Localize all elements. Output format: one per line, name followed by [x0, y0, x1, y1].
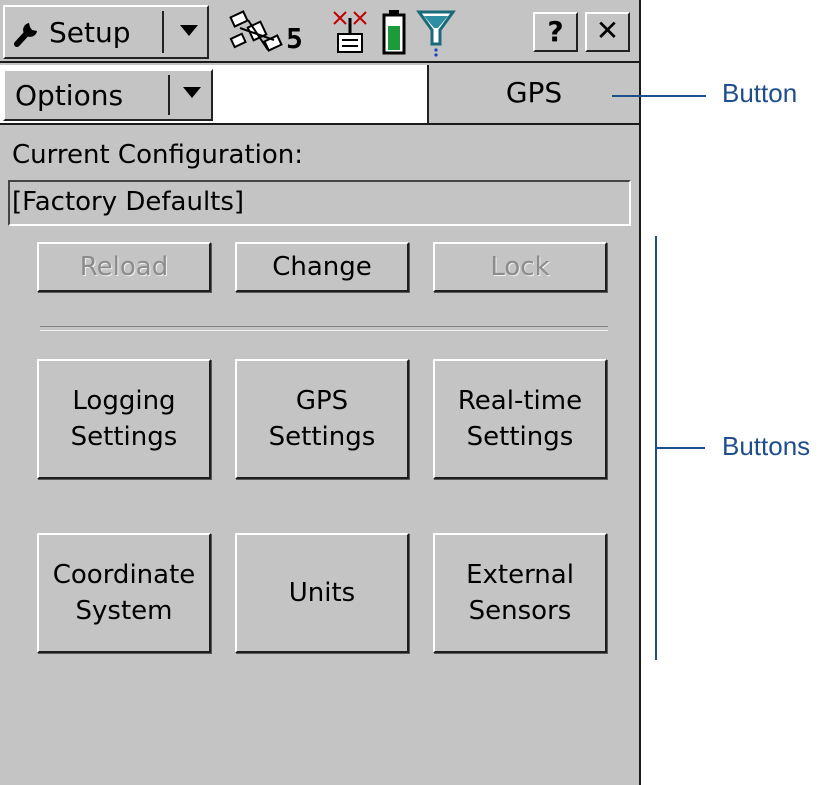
setup-label: Setup: [49, 15, 131, 49]
help-icon: ?: [547, 15, 564, 48]
buttons-callout-label: Buttons: [722, 431, 811, 461]
change-label: Change: [272, 252, 372, 282]
options-separator: [168, 75, 170, 115]
logging-settings-label: Logging Settings: [70, 386, 178, 452]
current-configuration-field: [Factory Defaults]: [8, 180, 631, 226]
close-icon: ✕: [595, 14, 620, 47]
reload-label: Reload: [79, 252, 169, 282]
lock-button[interactable]: Lock: [433, 242, 607, 292]
divider: [40, 326, 608, 331]
external-sensors-button[interactable]: External Sensors: [433, 533, 607, 653]
options-bar: Options GPS: [0, 65, 639, 125]
wrench-icon: [14, 23, 37, 47]
units-button[interactable]: Units: [235, 533, 409, 653]
setup-menu-button[interactable]: Setup: [3, 5, 209, 59]
gps-settings-button[interactable]: GPS Settings: [235, 359, 409, 479]
filter-icon: [416, 10, 456, 57]
change-button[interactable]: Change: [235, 242, 409, 292]
options-menu-button[interactable]: Options: [3, 69, 213, 121]
external-sensors-label: External Sensors: [466, 560, 574, 626]
satellite-count: 5: [286, 22, 303, 55]
realtime-settings-label: Real-time Settings: [457, 386, 583, 452]
dropdown-arrow-icon[interactable]: [180, 25, 198, 37]
current-configuration-label: Current Configuration:: [12, 140, 304, 170]
gps-settings-label: GPS Settings: [268, 386, 376, 452]
help-button[interactable]: ?: [533, 12, 578, 52]
close-button[interactable]: ✕: [585, 12, 630, 52]
gps-button[interactable]: GPS: [427, 65, 639, 123]
logging-settings-button[interactable]: Logging Settings: [37, 359, 211, 479]
realtime-settings-button[interactable]: Real-time Settings: [433, 359, 607, 479]
coordinate-system-button[interactable]: Coordinate System: [37, 533, 211, 653]
battery-icon: [382, 10, 406, 55]
satellite-icon: [229, 10, 283, 52]
lock-label: Lock: [490, 252, 550, 282]
units-label: Units: [288, 578, 356, 608]
radio-icon: [333, 11, 367, 53]
options-label: Options: [15, 79, 124, 112]
dropdown-arrow-icon[interactable]: [183, 87, 201, 99]
top-toolbar: Setup 5 ? ✕: [0, 0, 639, 63]
reload-button[interactable]: Reload: [37, 242, 211, 292]
buttons-callout-line: [657, 447, 705, 449]
coordinate-system-label: Coordinate System: [52, 560, 196, 626]
button-callout-label: Button: [722, 78, 798, 108]
setup-separator: [162, 11, 164, 53]
device-screen: Setup 5 ? ✕ Options GPS Current Configur…: [0, 0, 641, 785]
button-callout-line: [612, 95, 706, 97]
